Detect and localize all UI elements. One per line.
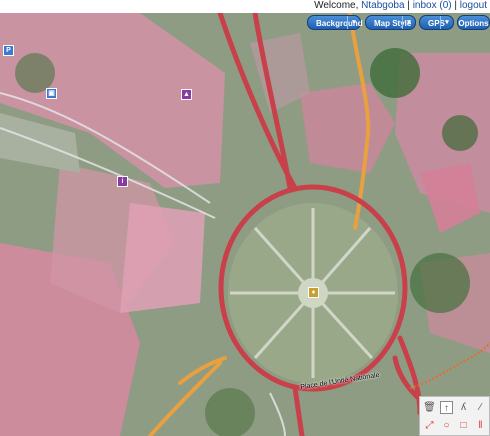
pointer-icon[interactable]: ↑ xyxy=(440,401,453,414)
bus-stop-icon[interactable]: ▣ xyxy=(46,88,57,99)
resize-icon[interactable]: ⤢ xyxy=(423,419,436,432)
circle-icon[interactable]: ○ xyxy=(440,419,453,432)
map-style-button[interactable]: Map Style ▾ xyxy=(365,15,416,30)
background-button[interactable]: Background ▾ xyxy=(307,15,363,30)
monument-icon[interactable]: ♦ xyxy=(308,287,319,298)
username-link[interactable]: Ntabgoba xyxy=(361,0,404,11)
gps-button[interactable]: GPS ▾ xyxy=(419,15,454,30)
map-view[interactable]: P ▣ ▲ i ♦ Place de l'Unité Nationale Bac… xyxy=(0,13,490,436)
walk-icon[interactable]: ʎ xyxy=(457,401,470,414)
chevron-down-icon[interactable]: ▾ xyxy=(440,16,453,29)
chevron-down-icon[interactable]: ▾ xyxy=(402,16,415,29)
options-button[interactable]: Options xyxy=(457,15,490,30)
vertical-icon[interactable]: ‖ xyxy=(474,419,487,432)
square-icon[interactable]: □ xyxy=(457,419,470,432)
trash-icon[interactable]: 🗑 xyxy=(423,401,436,414)
link-icon[interactable]: ∕ xyxy=(474,401,487,414)
parking-icon[interactable]: P xyxy=(3,45,14,56)
chevron-down-icon[interactable]: ▾ xyxy=(347,16,360,29)
separator: | xyxy=(451,0,460,11)
welcome-text: Welcome, xyxy=(314,0,362,11)
satellite-map xyxy=(0,13,490,436)
inbox-link[interactable]: inbox (0) xyxy=(413,0,452,11)
edit-toolbox: 🗑 ↑ ʎ ∕ ⤢ ○ □ ‖ xyxy=(419,396,490,436)
info-icon[interactable]: i xyxy=(117,176,128,187)
separator: | xyxy=(404,0,413,11)
user-links: Welcome, Ntabgoba | inbox (0) | logout xyxy=(314,0,487,12)
logout-link[interactable]: logout xyxy=(460,0,487,11)
top-bar: Welcome, Ntabgoba | inbox (0) | logout xyxy=(0,0,490,13)
shop-icon[interactable]: ▲ xyxy=(181,89,192,100)
